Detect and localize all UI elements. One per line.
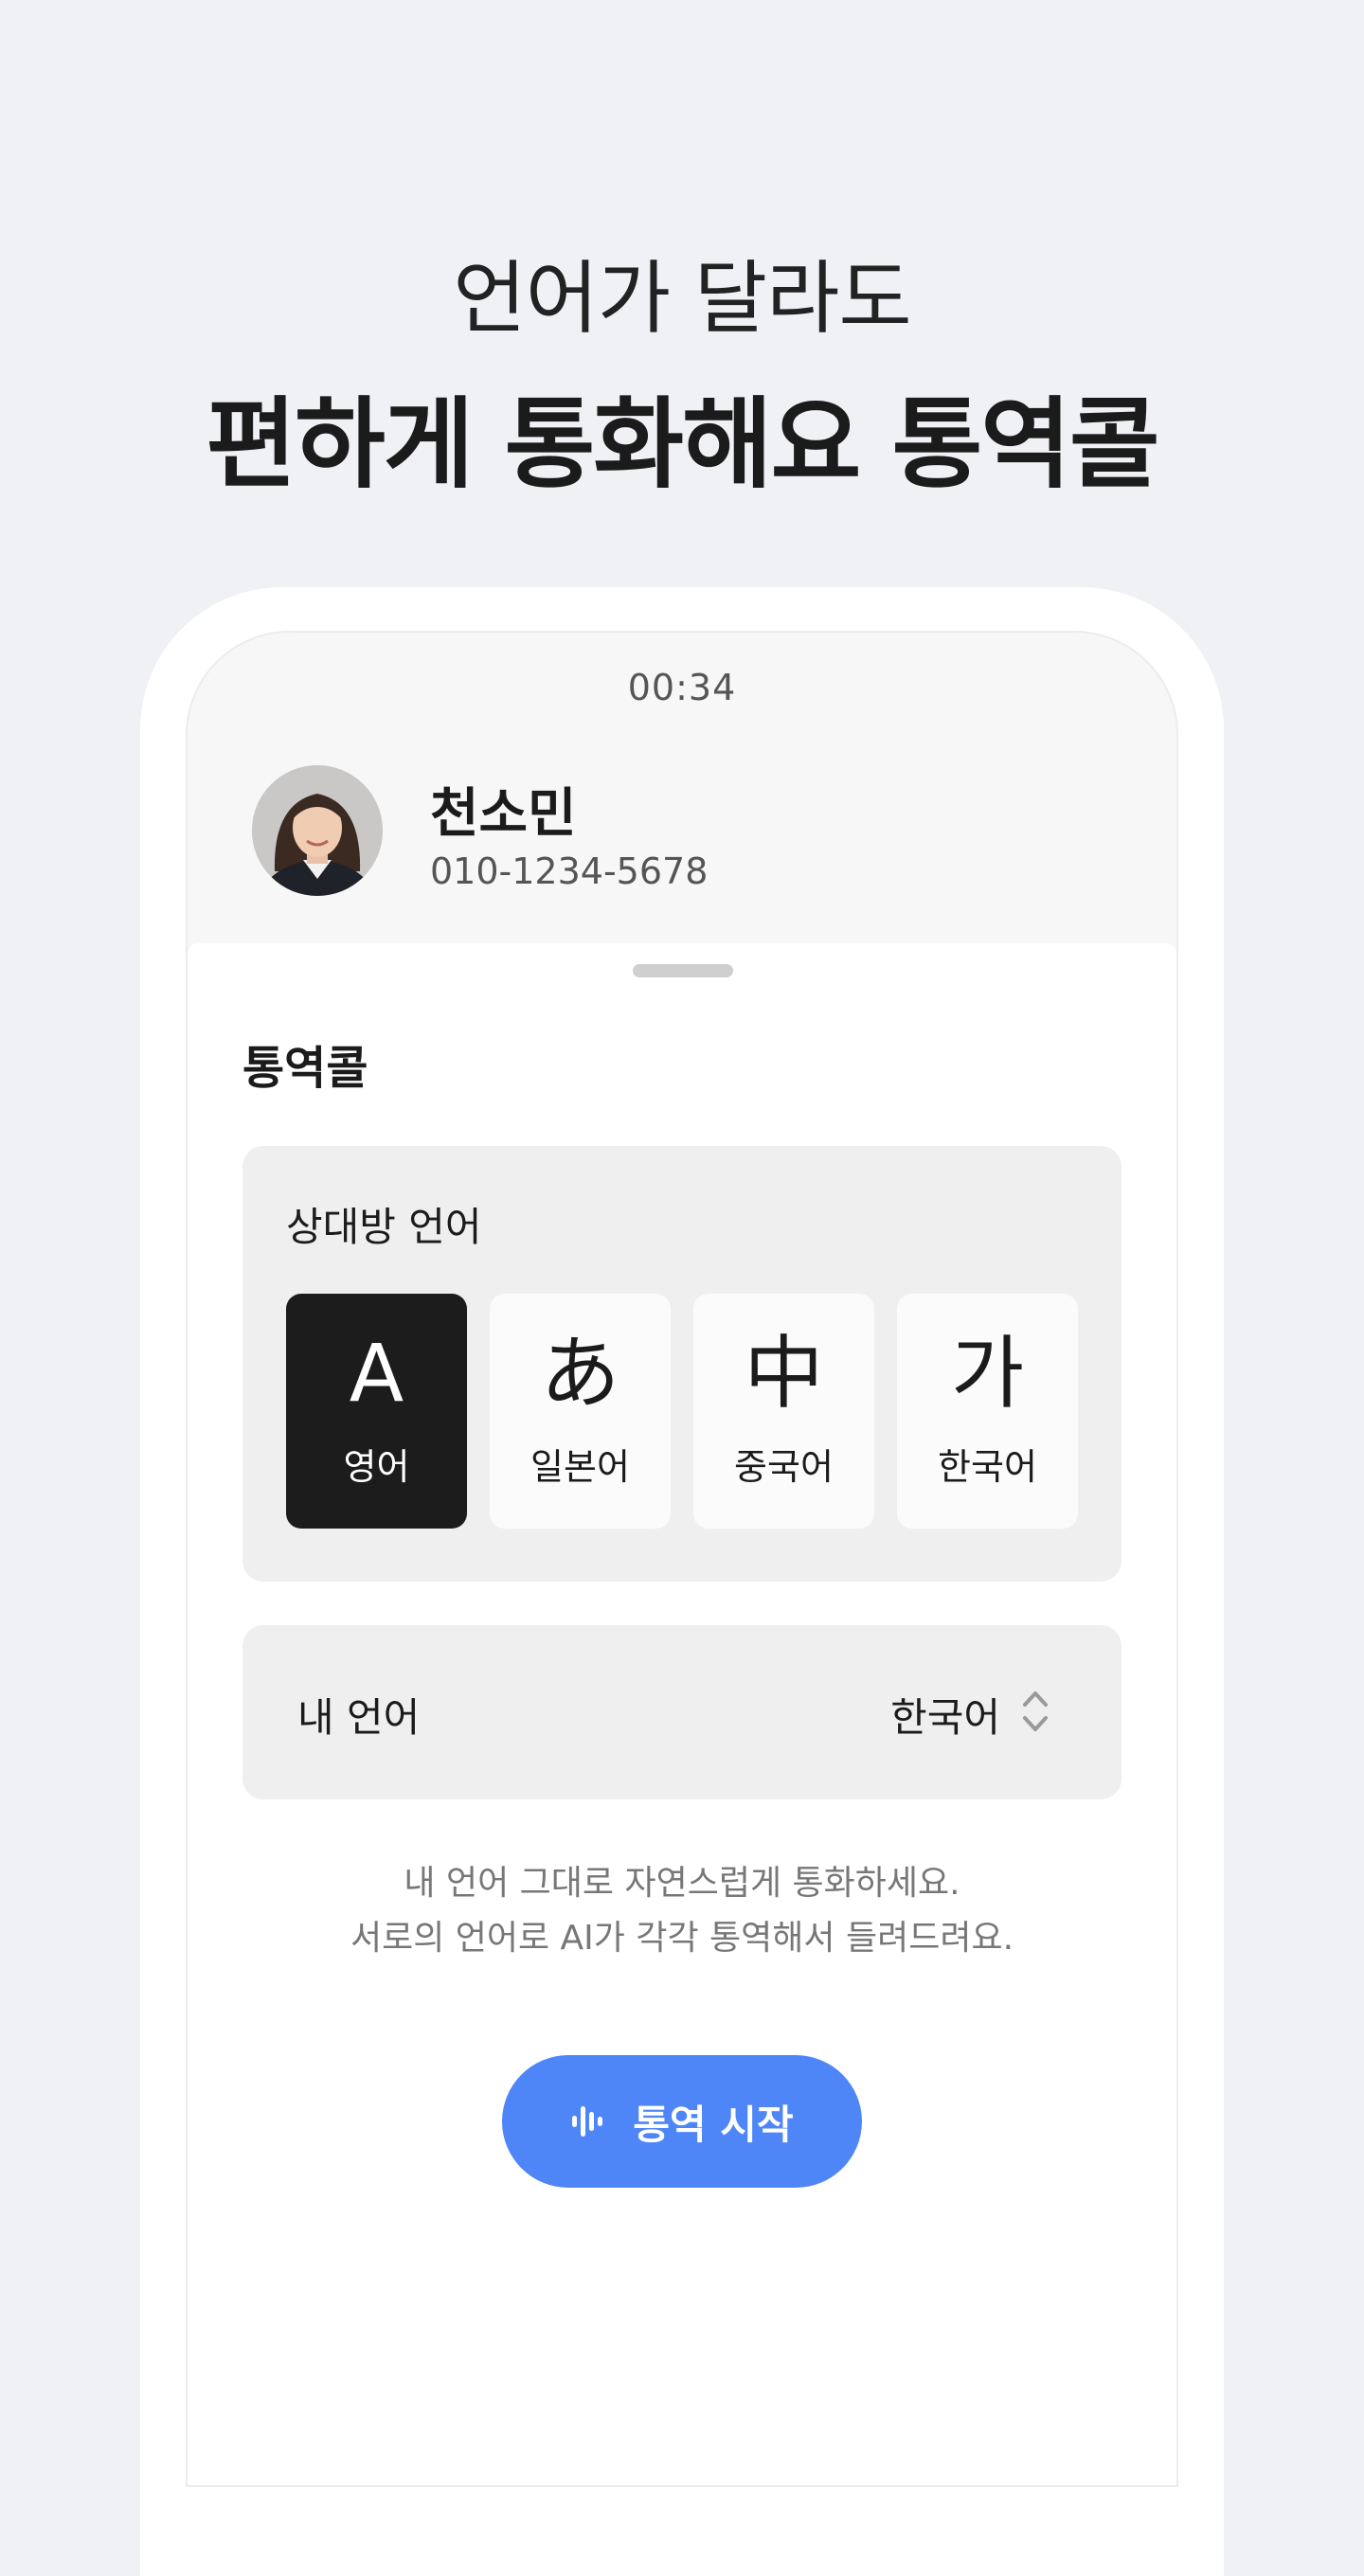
call-timer: 00:34 — [627, 667, 737, 708]
language-name: 한국어 — [938, 1446, 1037, 1488]
waveform-icon — [572, 2106, 603, 2137]
helper-line-1: 내 언어 그대로 자연스럽게 통화하세요. — [404, 1864, 960, 1903]
language-name: 중국어 — [734, 1446, 834, 1488]
language-glyph: A — [349, 1327, 404, 1420]
sheet-drag-handle[interactable] — [633, 964, 733, 977]
language-option-japanese[interactable]: あ 일본어 — [490, 1294, 671, 1529]
caller-name: 천소민 — [430, 783, 577, 845]
start-button-label: 통역 시작 — [633, 2101, 794, 2148]
language-option-english[interactable]: A 영어 — [286, 1294, 467, 1529]
my-language-select[interactable]: 내 언어 한국어 — [242, 1625, 1122, 1799]
helper-line-2: 서로의 언어로 AI가 각각 통역해서 들려드려요. — [350, 1919, 1014, 1958]
language-glyph: 가 — [950, 1327, 1025, 1420]
my-language-label: 내 언어 — [297, 1694, 421, 1741]
headline-subtitle: 언어가 달라도 — [453, 252, 911, 345]
avatar — [252, 765, 383, 896]
language-glyph: あ — [540, 1327, 620, 1420]
chevron-up-down-icon — [1023, 1691, 1048, 1731]
language-name: 영어 — [343, 1446, 410, 1488]
language-glyph: 中 — [744, 1327, 824, 1420]
language-options: A 영어 あ 일본어 中 중국어 가 한국어 — [286, 1294, 1078, 1529]
partner-language-label: 상대방 언어 — [286, 1204, 482, 1250]
partner-language-card: 상대방 언어 A 영어 あ 일본어 中 중국어 가 한국어 — [242, 1146, 1122, 1582]
headline-title: 편하게 통화해요 통역콜 — [206, 386, 1159, 502]
interpretation-sheet: 통역콜 상대방 언어 A 영어 あ 일본어 中 중국어 가 한국어 내 언어 한… — [188, 943, 1176, 2485]
avatar-photo — [252, 765, 383, 896]
caller-phone: 010-1234-5678 — [430, 850, 709, 892]
language-name: 일본어 — [530, 1446, 630, 1488]
language-option-korean[interactable]: 가 한국어 — [897, 1294, 1078, 1529]
helper-text: 내 언어 그대로 자연스럽게 통화하세요. 서로의 언어로 AI가 각각 통역해… — [188, 1856, 1176, 1966]
sheet-title: 통역콜 — [242, 1042, 368, 1095]
language-option-chinese[interactable]: 中 중국어 — [693, 1294, 874, 1529]
start-interpretation-button[interactable]: 통역 시작 — [502, 2055, 862, 2188]
phone-screen: 00:34 천소민 010-1234-5678 통역콜 상대방 언어 A 영어 — [186, 631, 1178, 2487]
my-language-value: 한국어 — [890, 1694, 1000, 1741]
